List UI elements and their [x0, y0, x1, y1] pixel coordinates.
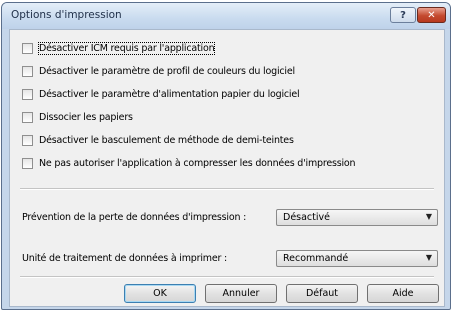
checkbox-disable-color-profile[interactable]: Désactiver le paramètre de profil de cou… [22, 64, 295, 78]
checkbox-label[interactable]: Dissocier les papiers [39, 112, 133, 123]
checkbox-box[interactable] [22, 65, 33, 77]
processing-unit-select[interactable]: Recommandé ▼ [276, 250, 438, 267]
checkbox-label[interactable]: Désactiver le paramètre d'alimentation p… [39, 89, 300, 100]
cancel-button[interactable]: Annuler [205, 284, 277, 303]
checkbox-label[interactable]: Ne pas autoriser l'application à compres… [39, 158, 356, 169]
ok-button[interactable]: OK [124, 284, 196, 303]
help-icon: ? [400, 9, 406, 21]
cancel-button-label: Annuler [222, 288, 260, 299]
separator [20, 276, 434, 278]
default-button-label: Défaut [305, 288, 339, 299]
checkbox-disable-icm[interactable]: Désactiver ICM requis par l'application [22, 41, 216, 55]
chevron-down-icon: ▼ [425, 253, 432, 262]
processing-unit-value: Recommandé [283, 253, 349, 264]
title-bar: Options d'impression ? ✕ [2, 3, 450, 29]
checkbox-box[interactable] [22, 134, 33, 146]
separator [20, 188, 434, 190]
checkbox-label[interactable]: Désactiver ICM requis par l'application [37, 41, 216, 55]
close-button[interactable]: ✕ [417, 7, 446, 23]
checkbox-box[interactable] [22, 88, 33, 100]
data-loss-value: Désactivé [283, 212, 330, 223]
close-icon: ✕ [427, 9, 436, 21]
dialog-client-area: Désactiver ICM requis par l'application … [9, 29, 445, 307]
checkbox-dissociate-papers[interactable]: Dissocier les papiers [22, 110, 133, 124]
checkbox-disable-halftone-switch[interactable]: Désactiver le basculement de méthode de … [22, 133, 294, 147]
data-loss-label: Prévention de la perte de données d'impr… [22, 212, 247, 223]
help-button[interactable]: Aide [367, 284, 439, 303]
checkbox-box[interactable] [22, 42, 33, 54]
checkbox-no-compression[interactable]: Ne pas autoriser l'application à compres… [22, 156, 356, 170]
title-help-button[interactable]: ? [390, 7, 416, 23]
dialog-title: Options d'impression [11, 9, 122, 21]
checkbox-disable-paper-source[interactable]: Désactiver le paramètre d'alimentation p… [22, 87, 300, 101]
default-button[interactable]: Défaut [286, 284, 358, 303]
checkbox-label[interactable]: Désactiver le paramètre de profil de cou… [39, 66, 295, 77]
help-button-label: Aide [392, 288, 414, 299]
processing-unit-label: Unité de traitement de données à imprime… [22, 253, 227, 264]
chevron-down-icon: ▼ [425, 212, 432, 221]
checkbox-box[interactable] [22, 157, 33, 169]
checkbox-box[interactable] [22, 111, 33, 123]
print-options-dialog: Options d'impression ? ✕ Désactiver ICM … [1, 2, 451, 310]
checkbox-label[interactable]: Désactiver le basculement de méthode de … [39, 135, 294, 146]
ok-button-label: OK [153, 288, 167, 299]
data-loss-select[interactable]: Désactivé ▼ [276, 209, 438, 226]
